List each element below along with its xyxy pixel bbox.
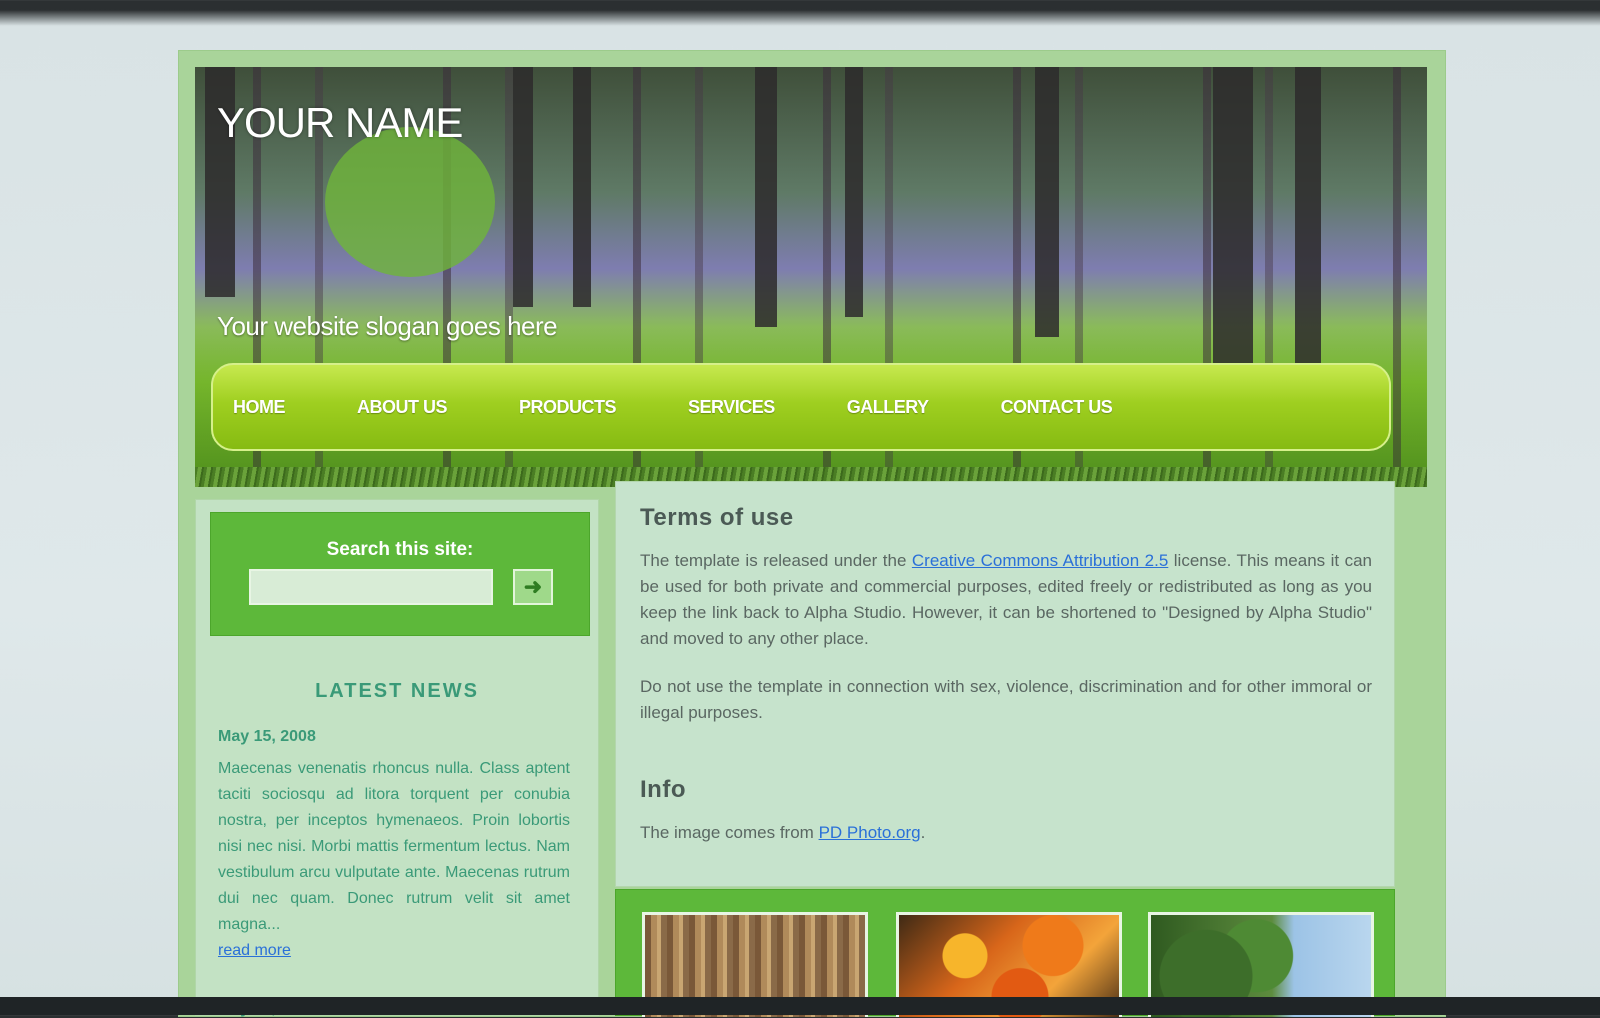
- info-text: The image comes from: [640, 823, 819, 842]
- search-input[interactable]: [249, 569, 493, 605]
- terms-text: The template is released under the: [640, 551, 912, 570]
- site-slogan: Your website slogan goes here: [217, 311, 558, 341]
- arrow-right-icon: ➜: [523, 574, 543, 599]
- nav-about-us[interactable]: ABOUT US: [357, 397, 448, 418]
- tree-trunk: [513, 67, 533, 307]
- header-banner: YOUR NAME Your website slogan goes here …: [195, 67, 1427, 487]
- tree-trunk: [573, 67, 591, 307]
- search-panel: Search this site: ➜: [210, 512, 590, 636]
- tree-trunk: [1035, 67, 1059, 337]
- nav-gallery[interactable]: GALLERY: [847, 397, 929, 418]
- read-more-link[interactable]: read more: [218, 942, 291, 959]
- main-content: Terms of use The template is released un…: [615, 481, 1395, 887]
- tree-trunk: [755, 67, 777, 327]
- terms-heading: Terms of use: [640, 504, 794, 531]
- page-container: YOUR NAME Your website slogan goes here …: [178, 50, 1446, 1017]
- tree-trunk: [1295, 67, 1321, 367]
- search-label: Search this site:: [326, 539, 474, 560]
- nav-services[interactable]: SERVICES: [688, 397, 775, 418]
- main-navigation: HOME ABOUT US PRODUCTS SERVICES GALLERY …: [211, 363, 1391, 451]
- nav-products[interactable]: PRODUCTS: [519, 397, 617, 418]
- latest-news-heading: LATEST NEWS: [315, 680, 479, 702]
- news-text: Maecenas venenatis rhoncus nulla. Class …: [218, 760, 570, 933]
- terms-paragraph: The template is released under the Creat…: [640, 548, 1372, 652]
- foliage: [325, 127, 495, 277]
- info-paragraph: The image comes from PD Photo.org.: [640, 820, 1372, 846]
- sidebar: Search this site: ➜ LATEST NEWS May 15, …: [195, 499, 599, 1017]
- news-item: Maecenas venenatis rhoncus nulla. Class …: [218, 756, 570, 964]
- pdphoto-link[interactable]: PD Photo.org: [819, 823, 921, 842]
- license-link[interactable]: Creative Commons Attribution 2.5: [912, 551, 1168, 570]
- screen-bezel: [0, 997, 1600, 1015]
- site-name[interactable]: YOUR NAME: [217, 99, 463, 147]
- nav-home[interactable]: HOME: [233, 397, 286, 418]
- search-submit-button[interactable]: ➜: [513, 569, 553, 605]
- info-heading: Info: [640, 776, 686, 803]
- info-text: .: [920, 823, 926, 842]
- nav-contact-us[interactable]: CONTACT US: [1001, 397, 1113, 418]
- tree-trunk: [845, 67, 863, 317]
- news-date: May 15, 2008: [218, 728, 316, 745]
- terms-paragraph-2: Do not use the template in connection wi…: [640, 677, 1372, 722]
